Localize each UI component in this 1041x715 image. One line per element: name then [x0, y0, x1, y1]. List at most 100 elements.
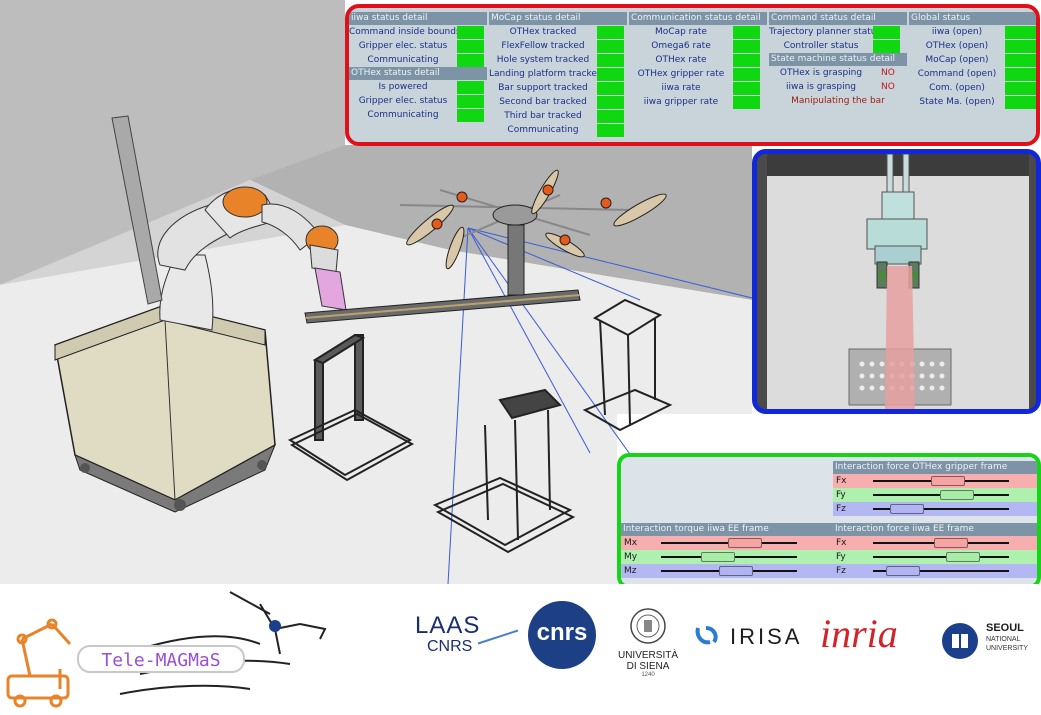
status-row: iiwa gripper rate — [629, 95, 767, 109]
status-row: State Ma. (open) — [909, 95, 1036, 109]
force-slider-thumb[interactable] — [885, 566, 920, 576]
force-label: Fy — [836, 490, 846, 500]
partner-logos-strip: Tele-MAGMaS LAAS CNRS cnrs UNIVERSITÀ DI… — [0, 584, 1041, 711]
status-indicator — [733, 26, 760, 39]
torque-label: My — [624, 552, 638, 562]
status-label: OTHex is grasping — [779, 68, 863, 78]
torque-slider-thumb[interactable] — [728, 538, 763, 548]
force-label: Fx — [836, 476, 847, 486]
status-indicator — [597, 54, 624, 67]
status-label: Controller status — [783, 41, 859, 51]
torque-label: Mx — [624, 538, 638, 548]
status-row: FlexFellow tracked — [489, 39, 627, 53]
snu-line3: UNIVERSITY — [986, 645, 1029, 652]
status-label: OTHex rate — [655, 55, 707, 65]
status-indicator — [457, 109, 484, 122]
communication-status-header: Communication status detail — [629, 12, 767, 25]
status-row: iiwa rate — [629, 81, 767, 95]
seoul-national-university-logo: SEOUL NATIONAL UNIVERSITY — [940, 622, 1040, 664]
status-panel: iiwa status detail Command inside bounds… — [345, 4, 1040, 146]
status-indicator — [733, 54, 760, 67]
force-slider-thumb[interactable] — [940, 490, 975, 500]
force-slider-thumb[interactable] — [890, 504, 924, 514]
status-row: OTHex rate — [629, 53, 767, 67]
status-label: MoCap (open) — [925, 55, 989, 65]
status-indicator — [457, 40, 484, 53]
force-label: Fz — [836, 566, 846, 576]
status-row: Communicating — [349, 53, 487, 67]
status-row: Trajectory planner status — [769, 25, 907, 39]
status-label: Communicating — [367, 55, 439, 65]
status-label: Gripper elec. status — [358, 96, 448, 106]
torque-slider-thumb[interactable] — [718, 566, 753, 576]
command-status-header: Command status detail — [769, 12, 907, 25]
status-row: Communicating — [349, 108, 487, 122]
mocap-status-column: MoCap status detail OTHex tracked FlexFe… — [489, 12, 627, 137]
command-status-column: Command status detail Trajectory planner… — [769, 12, 907, 108]
inria-text: inria — [820, 611, 898, 656]
status-label: Omega6 rate — [651, 41, 711, 51]
status-label: Is powered — [378, 82, 428, 92]
status-indicator — [733, 40, 760, 53]
force-row-fx: Fx — [833, 474, 1037, 488]
status-row: OTHex is grasping NO — [769, 66, 907, 80]
status-label: Second bar tracked — [499, 97, 587, 107]
communication-status-column: Communication status detail MoCap rate O… — [629, 12, 767, 109]
status-indicator — [733, 82, 760, 95]
university-siena-logo: UNIVERSITÀ DI SIENA 1240 — [608, 606, 688, 688]
status-indicator — [457, 95, 484, 108]
othex-force-section: Interaction force OTHex gripper frame Fx… — [833, 461, 1037, 516]
status-row: Manipulating the bar — [769, 94, 907, 108]
status-indicator — [1005, 96, 1036, 109]
status-indicator — [1005, 54, 1036, 67]
project-name: Tele-MAGMaS — [101, 650, 220, 671]
status-indicator — [597, 124, 624, 137]
iiwa-status-column: iiwa status detail Command inside bounds… — [349, 12, 487, 122]
global-status-column: Global status iiwa (open) OTHex (open) M… — [909, 12, 1036, 109]
status-row: Command inside bounds — [349, 25, 487, 39]
force-slider-thumb[interactable] — [930, 476, 965, 486]
status-label: iiwa (open) — [931, 27, 983, 37]
status-row: Gripper elec. status — [349, 39, 487, 53]
status-label: Third bar tracked — [504, 111, 582, 121]
force-row-fz: Fz — [833, 502, 1037, 516]
status-row: Third bar tracked — [489, 109, 627, 123]
force-row-fz: Fz — [833, 564, 1037, 578]
status-row: iiwa is grasping NO — [769, 80, 907, 94]
status-label: Command inside bounds — [349, 27, 457, 37]
iiwa-torque-header: Interaction torque iiwa EE frame — [621, 523, 833, 536]
iiwa-force-header: Interaction force iiwa EE frame — [833, 523, 1037, 536]
status-label: FlexFellow tracked — [501, 41, 585, 51]
force-panel: Interaction force OTHex gripper frame Fx… — [617, 453, 1041, 589]
status-indicator — [733, 96, 760, 109]
irisa-logo: IRISA — [694, 620, 812, 660]
status-indicator — [597, 82, 624, 95]
status-row: Bar support tracked — [489, 81, 627, 95]
status-label: OTHex (open) — [925, 41, 989, 51]
status-label: iiwa is grasping — [785, 82, 857, 92]
status-row: Landing platform tracked — [489, 67, 627, 81]
force-slider-thumb[interactable] — [945, 552, 980, 562]
status-row: Controller status — [769, 39, 907, 53]
status-row: MoCap (open) — [909, 53, 1036, 67]
inria-logo: inria — [820, 610, 930, 665]
status-label: Gripper elec. status — [358, 41, 448, 51]
force-label: Fy — [836, 552, 846, 562]
status-label: Command (open) — [917, 69, 997, 79]
force-label: Fz — [836, 504, 846, 514]
status-label: Landing platform tracked — [489, 69, 597, 79]
status-label: MoCap rate — [655, 27, 707, 37]
status-label: iiwa gripper rate — [643, 97, 719, 107]
laas-cnrs-text: CNRS — [427, 638, 473, 655]
status-row: Communicating — [489, 123, 627, 137]
status-indicator — [457, 26, 484, 39]
iiwa-force-section: Interaction force iiwa EE frame Fx Fy Fz — [833, 523, 1037, 578]
status-label: Manipulating the bar — [791, 96, 885, 106]
status-label: iiwa rate — [661, 83, 701, 93]
status-label: Hole system tracked — [496, 55, 590, 65]
iiwa-status-header: iiwa status detail — [349, 12, 487, 25]
force-slider-thumb[interactable] — [933, 538, 968, 548]
force-row-fx: Fx — [833, 536, 1037, 550]
torque-slider-thumb[interactable] — [701, 552, 736, 562]
status-indicator — [597, 68, 624, 81]
